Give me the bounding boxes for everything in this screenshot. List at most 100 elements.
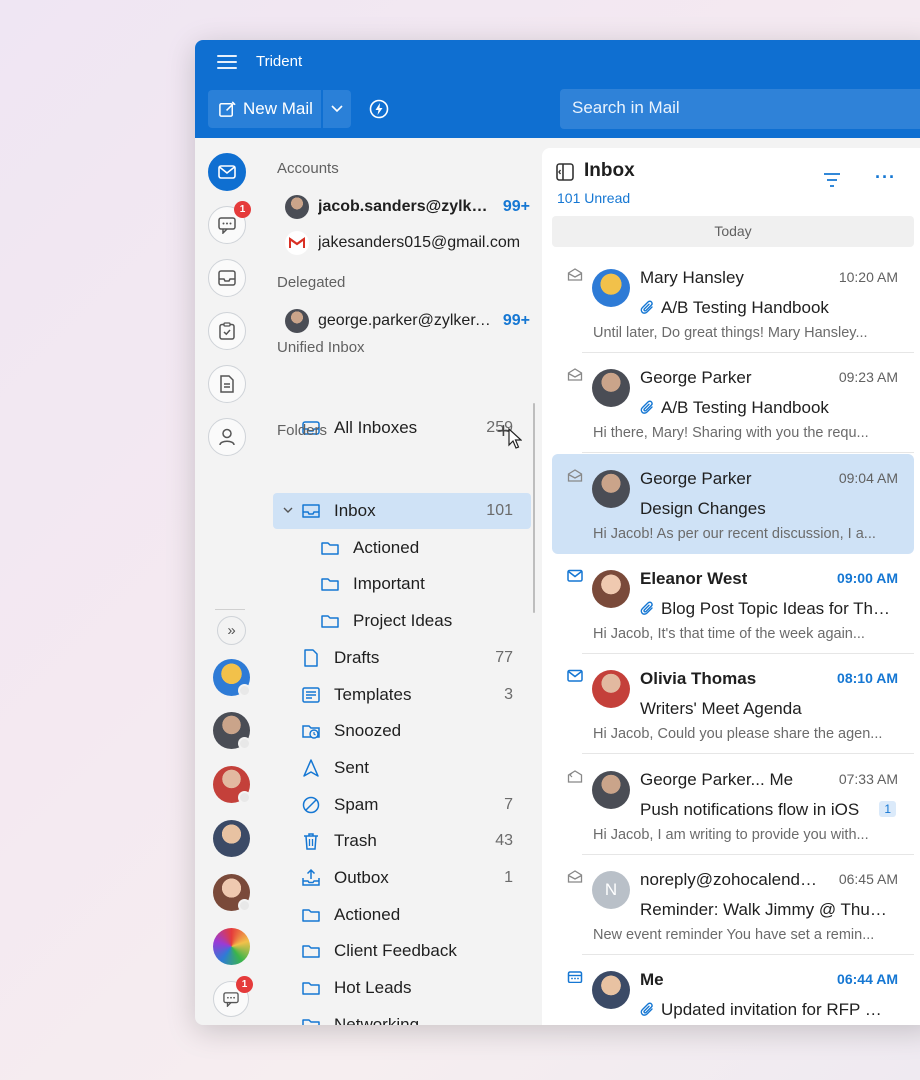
folder-actioned[interactable]: Actioned bbox=[273, 530, 531, 566]
filter-icon[interactable] bbox=[823, 172, 841, 188]
app-title: Trident bbox=[256, 53, 303, 70]
person-icon bbox=[219, 428, 235, 446]
streams-app-button[interactable] bbox=[208, 259, 246, 297]
mail-subject-text: A/B Testing Handbook bbox=[661, 298, 829, 317]
send-icon bbox=[303, 759, 319, 777]
folder-spam[interactable]: Spam 7 bbox=[273, 787, 531, 823]
contact-avatar[interactable] bbox=[213, 820, 250, 857]
mail-time: 07:33 AM bbox=[838, 770, 898, 787]
contact-avatar[interactable] bbox=[213, 659, 251, 697]
date-group-header: Today bbox=[552, 216, 914, 247]
folder-pane: Accounts jacob.sanders@zylker.com 99+ ja… bbox=[257, 138, 542, 1025]
folder-label: Actioned bbox=[334, 904, 401, 924]
presence-indicator bbox=[238, 684, 251, 697]
folder-icon bbox=[321, 541, 339, 555]
folder-important[interactable]: Important bbox=[273, 566, 531, 602]
new-mail-dropdown-button[interactable] bbox=[323, 90, 351, 128]
unread-mail-icon bbox=[567, 569, 583, 582]
folder-sent[interactable]: Sent bbox=[273, 750, 531, 786]
folder-hot-leads[interactable]: Hot Leads bbox=[273, 970, 531, 1006]
expand-rail-button[interactable]: » bbox=[217, 616, 246, 645]
folder-snoozed[interactable]: Snoozed bbox=[273, 713, 531, 749]
calendar-icon bbox=[567, 971, 583, 984]
collapse-pane-icon[interactable] bbox=[556, 163, 574, 181]
folder-trash[interactable]: Trash 43 bbox=[273, 823, 531, 859]
account-item[interactable]: jacob.sanders@zylker.com 99+ bbox=[285, 192, 530, 222]
compose-icon bbox=[219, 100, 236, 117]
contacts-app-button[interactable] bbox=[208, 418, 246, 456]
mail-item[interactable]: Me 06:44 AM Updated invitation for RFP Rev… bbox=[552, 955, 914, 1025]
mail-subject: A/B Testing Handbook bbox=[640, 398, 890, 418]
contact-avatar[interactable] bbox=[213, 874, 251, 912]
contact-avatar[interactable] bbox=[213, 766, 251, 804]
folder-project-ideas[interactable]: Project Ideas bbox=[273, 603, 531, 639]
mail-item[interactable]: Nnoreply@zohocalendar.com 06:45 AM Reminde… bbox=[552, 855, 914, 955]
folder-drafts[interactable]: Drafts 77 bbox=[273, 640, 531, 676]
clipboard-check-icon bbox=[219, 322, 235, 340]
lightning-icon bbox=[369, 99, 389, 119]
new-mail-button[interactable]: New Mail bbox=[208, 90, 321, 128]
folder-icon bbox=[302, 982, 320, 995]
folder-count: 77 bbox=[495, 648, 513, 666]
mail-preview: Hi Jacob, Could you please share the age… bbox=[593, 726, 883, 743]
chevron-down-icon[interactable] bbox=[283, 507, 293, 514]
avatar bbox=[285, 309, 309, 333]
folder-icon bbox=[321, 578, 339, 592]
replied-mail-icon bbox=[567, 769, 583, 783]
chat-app-button[interactable]: 1 bbox=[208, 201, 251, 244]
folder-count: 43 bbox=[495, 832, 513, 850]
read-mail-icon bbox=[567, 268, 583, 281]
mail-subject: Blog Post Topic Ideas for This Week bbox=[640, 599, 890, 619]
mail-time: 06:44 AM bbox=[837, 971, 898, 988]
unread-mail-icon bbox=[567, 669, 583, 682]
account-item[interactable]: jakesanders015@gmail.com bbox=[285, 228, 530, 258]
folder-actioned[interactable]: Actioned bbox=[273, 897, 531, 933]
mail-subject: Push notifications flow in iOS bbox=[640, 800, 890, 820]
mail-item[interactable]: Mary Hansley 10:20 AM A/B Testing Handbook… bbox=[552, 253, 914, 353]
mail-window: Trident New Mail Search in Mail 1 » 1 Ac… bbox=[195, 40, 920, 1025]
sender-avatar: N bbox=[592, 870, 630, 909]
mail-subject: Writers' Meet Agenda bbox=[640, 699, 890, 719]
mail-subject: Reminder: Walk Jimmy @ Thu Jan bbox=[640, 900, 890, 920]
folder-label: Sent bbox=[334, 757, 369, 777]
sender-avatar bbox=[592, 469, 630, 508]
sender-avatar bbox=[592, 971, 630, 1010]
notes-app-button[interactable] bbox=[208, 365, 246, 403]
contact-avatar[interactable] bbox=[213, 928, 250, 965]
mail-time: 09:04 AM bbox=[838, 469, 898, 486]
mail-preview: Until later, Do great things! Mary Hansl… bbox=[593, 325, 868, 341]
search-input[interactable]: Search in Mail bbox=[560, 89, 920, 129]
mail-time: 09:00 AM bbox=[837, 569, 898, 586]
mail-item[interactable]: Eleanor West 09:00 AM Blog Post Topic Idea… bbox=[552, 554, 914, 654]
folder-networking[interactable]: Networking bbox=[273, 1007, 531, 1025]
mail-list-pane: Inbox 101 Unread ··· Today Mary Hansley 1… bbox=[542, 148, 920, 1025]
mail-app-button[interactable] bbox=[208, 153, 246, 191]
avatar bbox=[285, 195, 309, 219]
folder-outbox[interactable]: Outbox 1 bbox=[273, 860, 531, 896]
mail-subject: A/B Testing Handbook bbox=[640, 298, 890, 318]
folder-label: Hot Leads bbox=[334, 978, 412, 998]
delegated-account-item[interactable]: george.parker@zylker.com 99+ bbox=[285, 306, 530, 336]
folder-templates[interactable]: Templates 3 bbox=[273, 677, 531, 713]
more-options-icon[interactable]: ··· bbox=[875, 168, 896, 186]
mouse-cursor-icon bbox=[508, 428, 522, 449]
tasks-app-button[interactable] bbox=[208, 312, 246, 350]
mail-subject-text: Design Changes bbox=[640, 498, 766, 518]
folder-pane-scrollbar[interactable] bbox=[533, 403, 535, 613]
folder-label: Outbox bbox=[334, 868, 389, 887]
mail-item[interactable]: Olivia Thomas 08:10 AM Writers' Meet Agend… bbox=[552, 654, 914, 755]
quick-actions-button[interactable] bbox=[369, 99, 389, 119]
mail-item[interactable]: George Parker 09:04 AM Design Changes Hi Ja… bbox=[552, 453, 914, 554]
mail-item[interactable]: George Parker... Me 07:33 AM Push notifica… bbox=[552, 755, 914, 855]
folder-inbox[interactable]: Inbox 101 bbox=[273, 493, 531, 529]
folder-client-feedback[interactable]: Client Feedback bbox=[273, 933, 531, 969]
mail-time: 09:23 AM bbox=[838, 369, 898, 386]
hamburger-menu-icon[interactable] bbox=[217, 55, 237, 69]
chat-bubble-button[interactable]: 1 bbox=[213, 976, 253, 1017]
contact-avatar[interactable] bbox=[213, 712, 251, 750]
inbox-tray-icon bbox=[218, 270, 236, 286]
accounts-heading: Accounts bbox=[277, 160, 339, 177]
mail-item[interactable]: George Parker 09:23 AM A/B Testing Handboo… bbox=[552, 353, 914, 454]
folder-icon bbox=[302, 945, 320, 959]
unread-count-link[interactable]: 101 Unread bbox=[557, 190, 630, 206]
